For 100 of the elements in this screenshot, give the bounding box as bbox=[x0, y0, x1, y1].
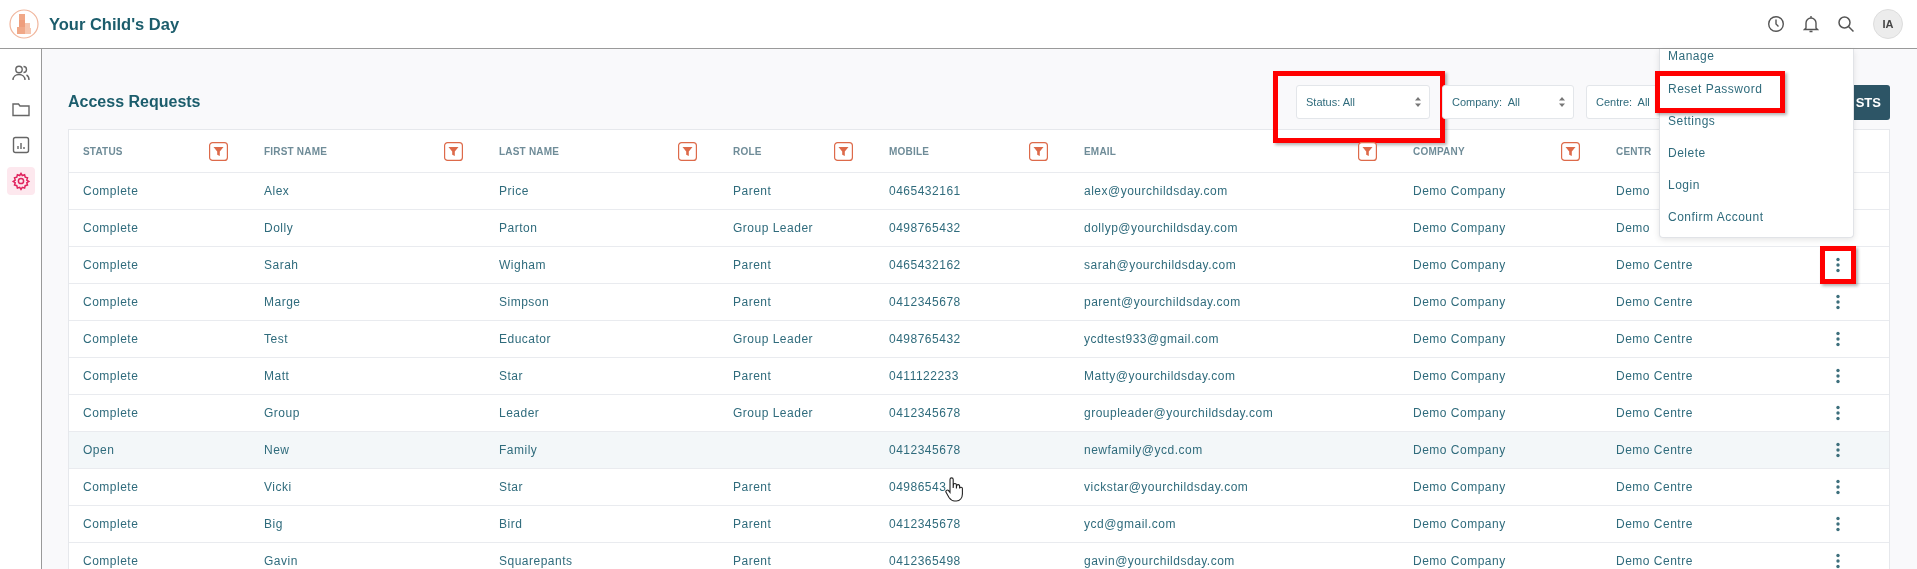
table-cell: Leader bbox=[499, 406, 540, 420]
table-cell: 0498765432 bbox=[889, 332, 961, 346]
filter-icon[interactable] bbox=[1358, 141, 1377, 161]
menu-item[interactable]: Delete bbox=[1660, 137, 1853, 169]
column-header: ROLE bbox=[733, 145, 762, 157]
table-cell: Parent bbox=[733, 369, 772, 383]
table-cell: Demo Centre bbox=[1616, 480, 1693, 494]
column-header: MOBILE bbox=[889, 145, 930, 157]
column-header: STATUS bbox=[83, 145, 123, 157]
more-options-icon[interactable] bbox=[1835, 516, 1841, 532]
table-cell: ycd@gmail.com bbox=[1084, 517, 1177, 531]
table-cell: Complete bbox=[83, 258, 139, 272]
table-cell: Demo Centre bbox=[1616, 517, 1693, 531]
table-cell: 0412345678 bbox=[889, 406, 961, 420]
table-cell: Demo Company bbox=[1413, 406, 1506, 420]
table-cell: Bird bbox=[499, 517, 523, 531]
bell-icon[interactable] bbox=[1803, 15, 1819, 33]
menu-item[interactable]: Login bbox=[1660, 169, 1853, 201]
more-options-icon[interactable] bbox=[1835, 405, 1841, 421]
filter-icon[interactable] bbox=[444, 141, 463, 161]
column-header: COMPANY bbox=[1413, 145, 1465, 157]
table-cell: Demo Centre bbox=[1616, 295, 1693, 309]
page-title: Access Requests bbox=[68, 93, 202, 111]
table-cell: Demo Company bbox=[1413, 295, 1506, 309]
table-cell: Complete bbox=[83, 369, 139, 383]
table-cell: Demo Centre bbox=[1616, 554, 1693, 568]
table-cell: Matt bbox=[264, 369, 290, 383]
table-cell: Price bbox=[499, 184, 529, 198]
table-cell: Test bbox=[264, 332, 288, 346]
table-cell: 0465432161 bbox=[889, 184, 961, 198]
table-cell: ycdtest933@gmail.com bbox=[1084, 332, 1219, 346]
table-cell: Star bbox=[499, 480, 523, 494]
table-cell: 04986543 bbox=[889, 480, 947, 494]
filter-icon[interactable] bbox=[209, 141, 228, 161]
table-cell: Parent bbox=[733, 517, 772, 531]
table-cell: Sarah bbox=[264, 258, 299, 272]
more-options-icon[interactable] bbox=[1835, 257, 1841, 273]
more-options-icon[interactable] bbox=[1835, 479, 1841, 495]
table-cell: groupleader@yourchildsday.com bbox=[1084, 406, 1274, 420]
more-options-icon[interactable] bbox=[1835, 442, 1841, 458]
table-cell: Group Leader bbox=[733, 406, 814, 420]
more-options-icon[interactable] bbox=[1835, 331, 1841, 347]
column-header: EMAIL bbox=[1084, 145, 1117, 157]
table-cell: Open bbox=[83, 443, 115, 457]
table-cell: Demo Company bbox=[1413, 332, 1506, 346]
menu-item[interactable]: Manage bbox=[1660, 49, 1853, 73]
table-cell: Educator bbox=[499, 332, 552, 346]
filter-icon[interactable] bbox=[678, 141, 697, 161]
table-cell: Demo Company bbox=[1413, 480, 1506, 494]
table-cell: Family bbox=[499, 443, 538, 457]
filter-icon[interactable] bbox=[1029, 141, 1048, 161]
app-title: Your Child's Day bbox=[49, 14, 180, 34]
table-cell: Demo Centre bbox=[1616, 443, 1693, 457]
table-cell: Squarepants bbox=[499, 554, 573, 568]
table-cell: Demo Centre bbox=[1616, 406, 1693, 420]
filter-icon[interactable] bbox=[1561, 141, 1580, 161]
search-icon[interactable] bbox=[1837, 15, 1855, 33]
table-cell: Parent bbox=[733, 184, 772, 198]
filter-dropdown[interactable]: Company: All bbox=[1442, 85, 1574, 119]
table-cell: alex@yourchildsday.com bbox=[1084, 184, 1228, 198]
table-cell: gavin@yourchildsday.com bbox=[1084, 554, 1235, 568]
column-header: LAST NAME bbox=[499, 145, 560, 157]
table-cell: parent@yourchildsday.com bbox=[1084, 295, 1241, 309]
table-cell: Star bbox=[499, 369, 523, 383]
table-cell: Parent bbox=[733, 295, 772, 309]
table-cell: vickstar@yourchildsday.com bbox=[1084, 480, 1249, 494]
table-cell: Demo Centre bbox=[1616, 332, 1693, 346]
table-cell: New bbox=[264, 443, 290, 457]
filter-dropdown[interactable]: Status: All bbox=[1296, 85, 1430, 119]
table-cell: Demo Company bbox=[1413, 221, 1506, 235]
table-cell: Marge bbox=[264, 295, 301, 309]
table-cell: Group Leader bbox=[733, 221, 814, 235]
table-cell: Complete bbox=[83, 332, 139, 346]
user-avatar[interactable]: IA bbox=[1873, 9, 1903, 39]
table-cell: Matty@yourchildsday.com bbox=[1084, 369, 1236, 383]
table-cell: Parent bbox=[733, 480, 772, 494]
table-cell: Complete bbox=[83, 221, 139, 235]
logo-icon bbox=[9, 9, 39, 39]
table-cell: Demo bbox=[1616, 184, 1650, 198]
filter-icon[interactable] bbox=[834, 141, 853, 161]
menu-item[interactable]: Confirm Account bbox=[1660, 201, 1853, 233]
table-cell: 0465432162 bbox=[889, 258, 961, 272]
column-header: CENTR bbox=[1616, 145, 1652, 157]
table-cell: Simpson bbox=[499, 295, 550, 309]
more-options-icon[interactable] bbox=[1835, 368, 1841, 384]
more-options-icon[interactable] bbox=[1835, 294, 1841, 310]
table-cell: Complete bbox=[83, 295, 139, 309]
table-cell: Complete bbox=[83, 184, 139, 198]
table-cell: Alex bbox=[264, 184, 290, 198]
table-cell: Complete bbox=[83, 406, 139, 420]
more-options-icon[interactable] bbox=[1835, 553, 1841, 569]
table-cell: Demo Company bbox=[1413, 369, 1506, 383]
column-header: FIRST NAME bbox=[264, 145, 328, 157]
table-cell: Big bbox=[264, 517, 283, 531]
table-cell: Demo Company bbox=[1413, 184, 1506, 198]
table-cell: Demo Company bbox=[1413, 554, 1506, 568]
table-cell: Parton bbox=[499, 221, 538, 235]
table-cell: sarah@yourchildsday.com bbox=[1084, 258, 1237, 272]
clock-icon[interactable] bbox=[1767, 15, 1785, 33]
table-cell: newfamily@ycd.com bbox=[1084, 443, 1203, 457]
